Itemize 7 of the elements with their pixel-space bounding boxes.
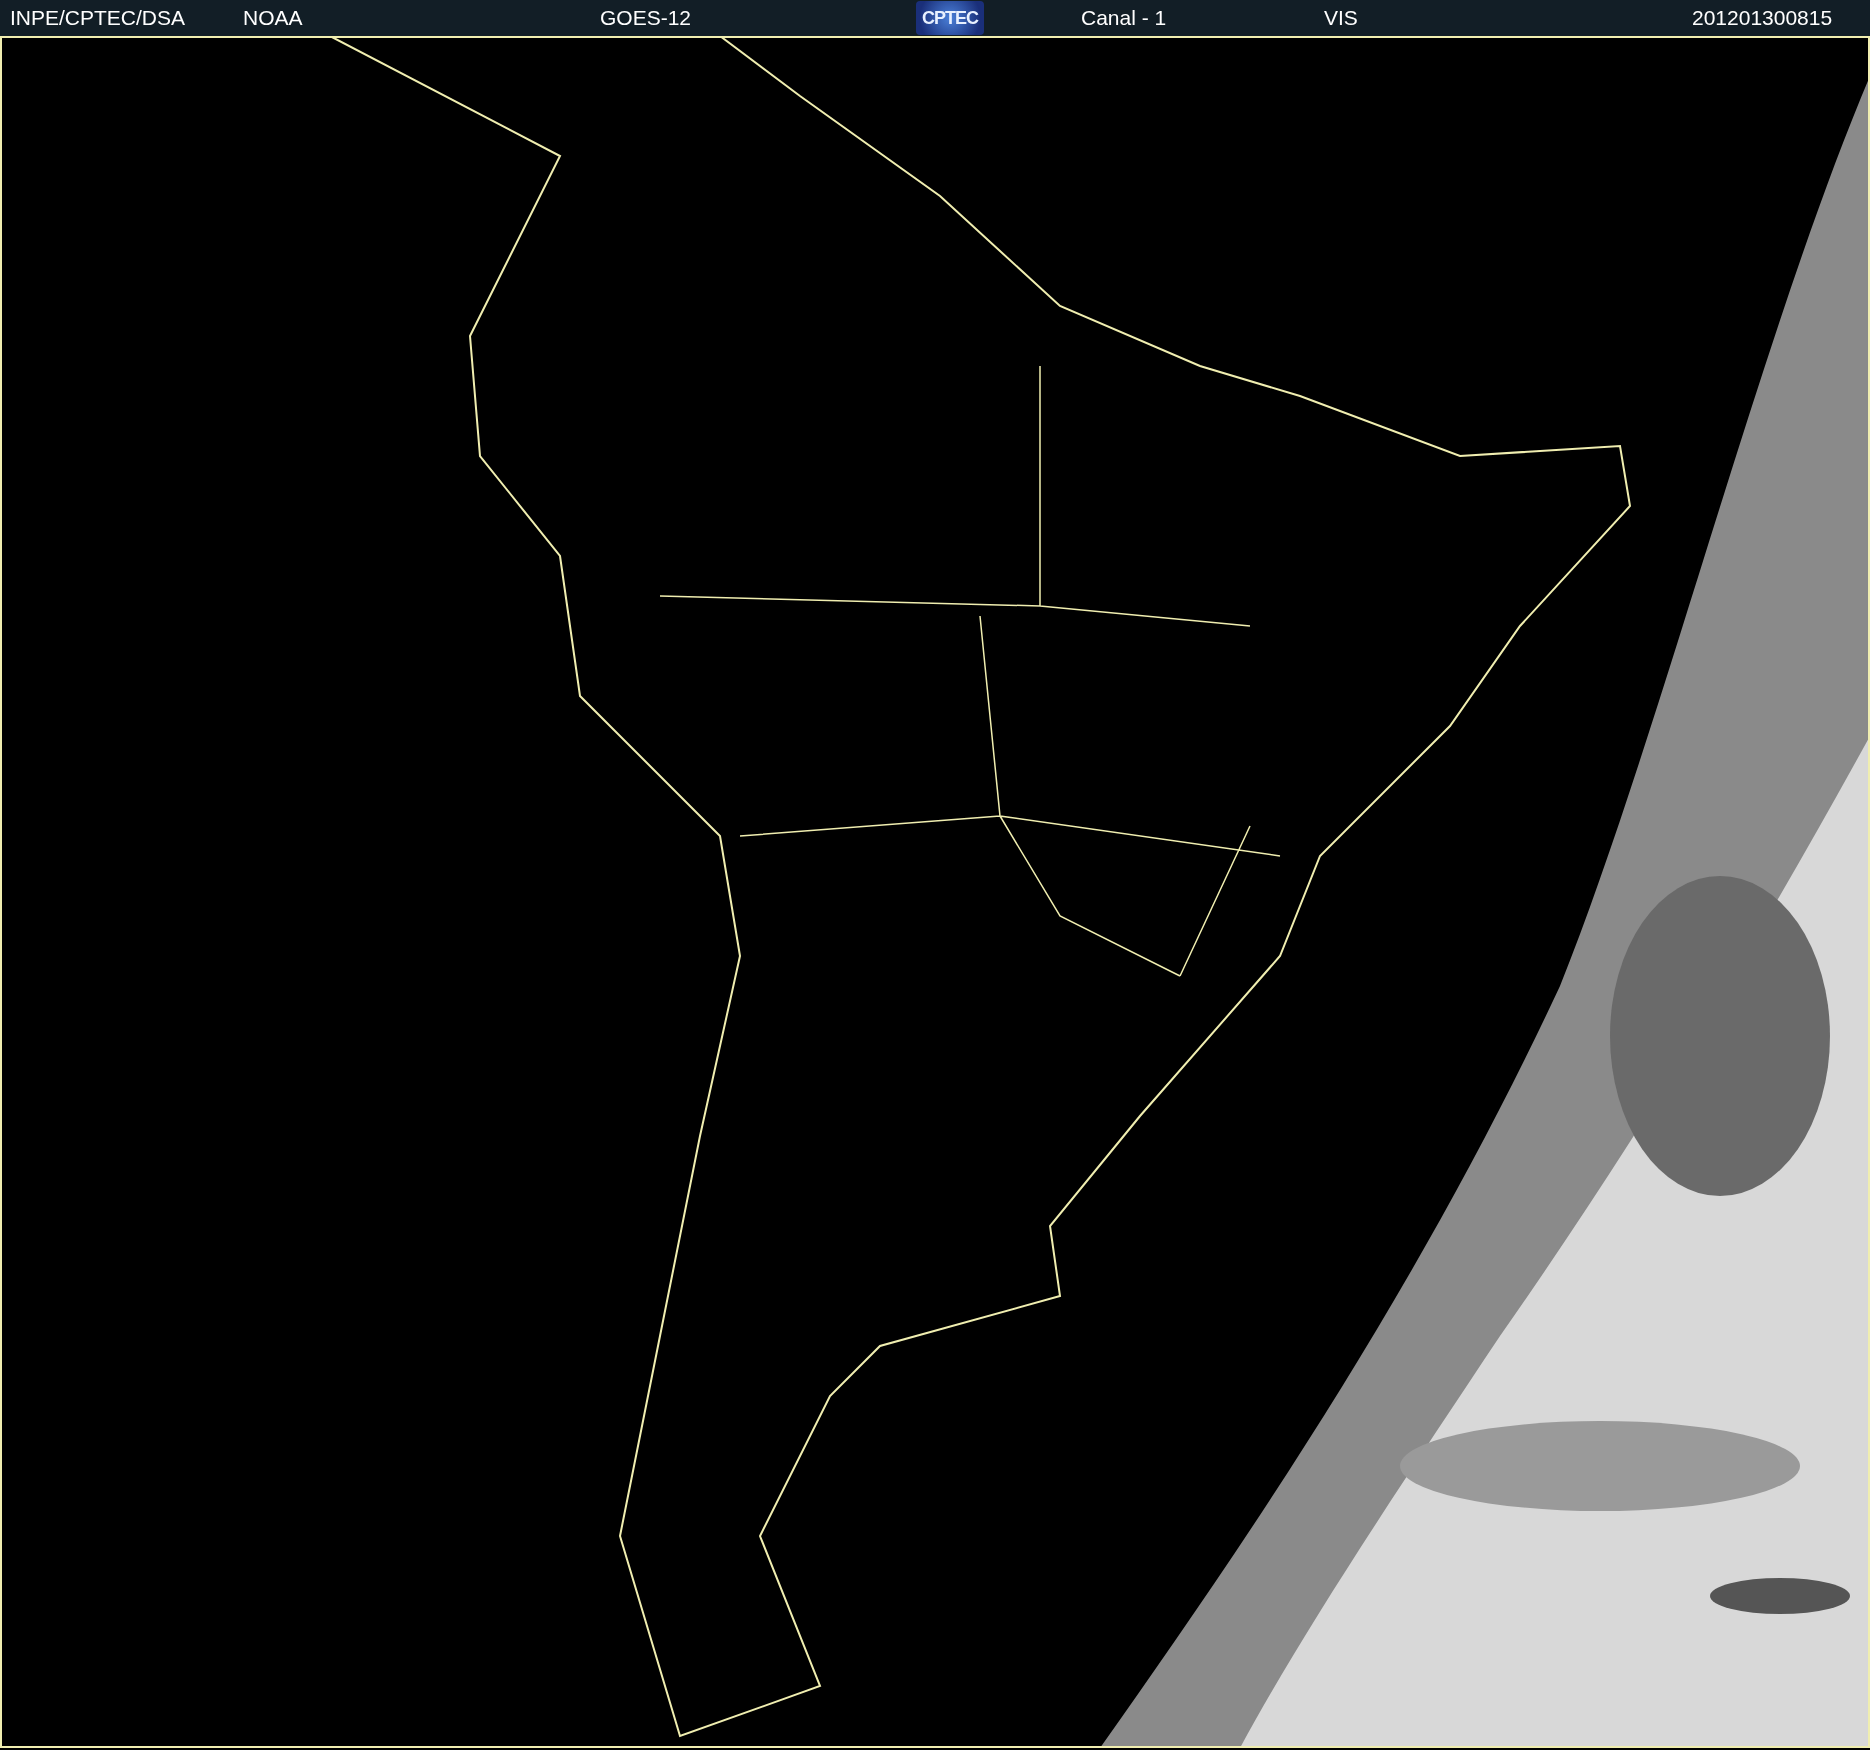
header-label: INPE/CPTEC/DSA: [10, 6, 187, 30]
header-label: VIS: [1324, 6, 1359, 30]
logo: CPTEC: [916, 1, 984, 35]
header-label: NOAA: [243, 6, 304, 30]
timestamp: 201201300815: [1692, 6, 1834, 30]
header-label: GOES-12: [600, 6, 693, 30]
header-label: Canal - 1: [1081, 6, 1168, 30]
